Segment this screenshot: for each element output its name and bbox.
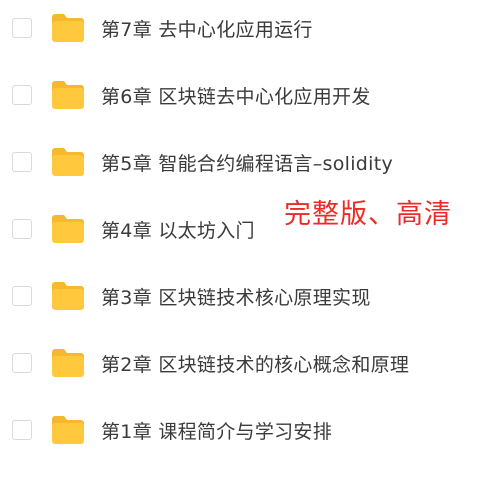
checkbox[interactable] [12,286,32,306]
list-item-chapter-5[interactable]: 第5章 智能合约编程语言–solidity [0,142,500,182]
item-label[interactable]: 第1章 课程简介与学习安排 [101,417,332,444]
folder-icon [50,80,86,110]
folder-icon [50,147,86,177]
item-label[interactable]: 第3章 区块链技术核心原理实现 [101,283,371,310]
promo-overlay-text: 完整版、高清 [284,199,452,230]
list-item-chapter-2[interactable]: 第2章 区块链技术的核心概念和原理 [0,343,500,383]
checkbox[interactable] [12,152,32,172]
checkbox[interactable] [12,420,32,440]
folder-icon [50,415,86,445]
folder-icon [50,348,86,378]
folder-icon [50,13,86,43]
item-label[interactable]: 第7章 去中心化应用运行 [101,15,313,42]
list-item-chapter-7[interactable]: 第7章 去中心化应用运行 [0,8,500,48]
list-item-chapter-1[interactable]: 第1章 课程简介与学习安排 [0,410,500,450]
item-label[interactable]: 第5章 智能合约编程语言–solidity [101,149,393,176]
folder-icon [50,281,86,311]
file-list: 第7章 去中心化应用运行 第6章 区块链去中心化应用开发 第5章 智能合约编程语… [0,0,500,477]
item-label[interactable]: 第6章 区块链去中心化应用开发 [101,82,371,109]
checkbox[interactable] [12,353,32,373]
item-label[interactable]: 第4章 以太坊入门 [101,216,255,243]
checkbox[interactable] [12,18,32,38]
folder-icon [50,214,86,244]
list-item-chapter-3[interactable]: 第3章 区块链技术核心原理实现 [0,276,500,316]
checkbox[interactable] [12,85,32,105]
list-item-chapter-6[interactable]: 第6章 区块链去中心化应用开发 [0,75,500,115]
checkbox[interactable] [12,219,32,239]
item-label[interactable]: 第2章 区块链技术的核心概念和原理 [101,350,409,377]
